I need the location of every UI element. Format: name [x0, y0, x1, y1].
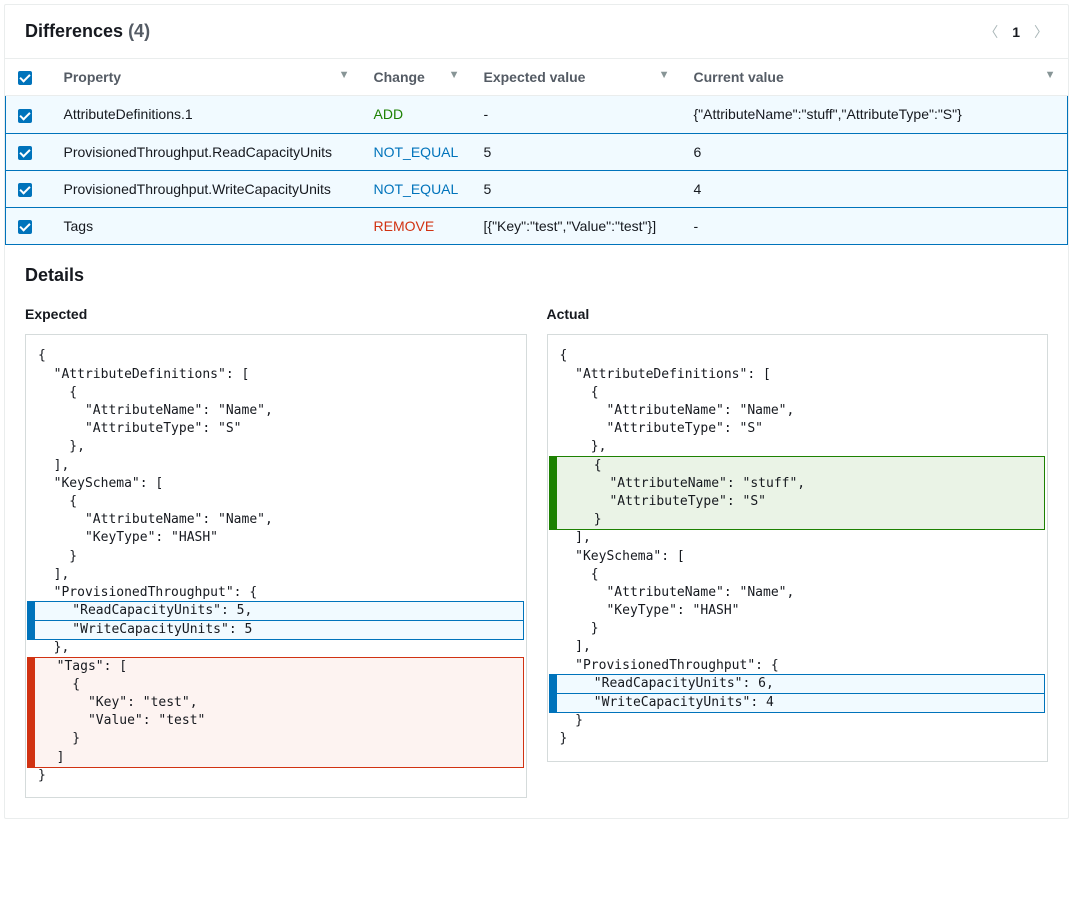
- next-page-icon[interactable]: 〉: [1034, 22, 1048, 42]
- expected-column: Expected { "AttributeDefinitions": [ { "…: [25, 306, 527, 798]
- code-line: "ProvisionedThroughput": {: [548, 657, 1048, 675]
- actual-column: Actual { "AttributeDefinitions": [ { "At…: [547, 306, 1049, 798]
- code-line: ],: [548, 529, 1048, 547]
- code-line: "ProvisionedThroughput": {: [26, 584, 526, 602]
- col-expected[interactable]: Expected value ▼: [472, 59, 682, 96]
- code-line: "AttributeName": "Name",: [548, 584, 1048, 602]
- cell-change: NOT_EQUAL: [362, 133, 472, 170]
- cell-current: 6: [682, 133, 1068, 170]
- code-line: },: [548, 438, 1048, 456]
- table-row[interactable]: ProvisionedThroughput.WriteCapacityUnits…: [6, 170, 1068, 207]
- code-line: "AttributeType": "S": [26, 420, 526, 438]
- cell-expected: 5: [472, 133, 682, 170]
- cell-property: Tags: [52, 208, 362, 245]
- table-row[interactable]: AttributeDefinitions.1ADD-{"AttributeNam…: [6, 96, 1068, 133]
- select-all-checkbox[interactable]: [18, 71, 32, 85]
- cell-current: -: [682, 208, 1068, 245]
- col-expected-label: Expected value: [484, 69, 586, 85]
- title-count: (4): [128, 21, 150, 41]
- code-line: {: [26, 384, 526, 402]
- code-line: },: [26, 438, 526, 456]
- highlighted-block: "WriteCapacityUnits": 4: [550, 693, 1046, 713]
- details-title: Details: [25, 265, 1048, 286]
- details-section: Details Expected { "AttributeDefinitions…: [5, 245, 1068, 818]
- row-checkbox[interactable]: [18, 220, 32, 234]
- cell-expected: [{"Key":"test","Value":"test"}]: [472, 208, 682, 245]
- code-line: "KeySchema": [: [548, 548, 1048, 566]
- highlighted-block: "ReadCapacityUnits": 5,: [28, 601, 524, 621]
- code-line: ],: [548, 638, 1048, 656]
- code-line: "AttributeDefinitions": [: [548, 366, 1048, 384]
- cell-property: AttributeDefinitions.1: [52, 96, 362, 133]
- cell-current: {"AttributeName":"stuff","AttributeType"…: [682, 96, 1068, 133]
- cell-change: REMOVE: [362, 208, 472, 245]
- code-line: "KeySchema": [: [26, 475, 526, 493]
- row-checkbox[interactable]: [18, 146, 32, 160]
- cell-property: ProvisionedThroughput.WriteCapacityUnits: [52, 170, 362, 207]
- row-checkbox[interactable]: [18, 109, 32, 123]
- cell-current: 4: [682, 170, 1068, 207]
- cell-property: ProvisionedThroughput.ReadCapacityUnits: [52, 133, 362, 170]
- differences-panel: Differences (4) 〈 1 〉 Property ▼ Change ▼ …: [4, 4, 1069, 819]
- panel-header: Differences (4) 〈 1 〉: [5, 5, 1068, 59]
- col-change-label: Change: [374, 69, 425, 85]
- col-change[interactable]: Change ▼: [362, 59, 472, 96]
- code-line: },: [26, 639, 526, 657]
- code-line: ],: [26, 566, 526, 584]
- code-line: }: [548, 730, 1048, 748]
- panel-title: Differences (4): [25, 21, 150, 42]
- code-line: {: [26, 347, 526, 365]
- sort-icon: ▼: [339, 69, 350, 81]
- page-number: 1: [1012, 24, 1020, 40]
- code-line: {: [548, 384, 1048, 402]
- table-body: AttributeDefinitions.1ADD-{"AttributeNam…: [6, 96, 1068, 245]
- actual-label: Actual: [547, 306, 1049, 322]
- highlighted-block: "ReadCapacityUnits": 6,: [550, 674, 1046, 694]
- expected-codebox: { "AttributeDefinitions": [ { "Attribute…: [25, 334, 527, 798]
- code-line: }: [548, 712, 1048, 730]
- sort-icon: ▼: [449, 69, 460, 81]
- code-line: {: [26, 493, 526, 511]
- col-property-label: Property: [64, 69, 122, 85]
- actual-codebox: { "AttributeDefinitions": [ { "Attribute…: [547, 334, 1049, 761]
- details-columns: Expected { "AttributeDefinitions": [ { "…: [25, 306, 1048, 798]
- code-line: "AttributeName": "Name",: [26, 402, 526, 420]
- expected-label: Expected: [25, 306, 527, 322]
- cell-expected: -: [472, 96, 682, 133]
- cell-change: NOT_EQUAL: [362, 170, 472, 207]
- code-line: }: [548, 620, 1048, 638]
- prev-page-icon[interactable]: 〈: [984, 22, 998, 42]
- col-current[interactable]: Current value ▼: [682, 59, 1068, 96]
- code-line: }: [26, 548, 526, 566]
- col-property[interactable]: Property ▼: [52, 59, 362, 96]
- code-line: {: [548, 566, 1048, 584]
- table-header-row: Property ▼ Change ▼ Expected value ▼ Curren…: [6, 59, 1068, 96]
- code-line: ],: [26, 457, 526, 475]
- code-line: "AttributeName": "Name",: [26, 511, 526, 529]
- cell-expected: 5: [472, 170, 682, 207]
- sort-icon: ▼: [1045, 69, 1056, 81]
- table-row[interactable]: TagsREMOVE[{"Key":"test","Value":"test"}…: [6, 208, 1068, 245]
- code-line: "AttributeName": "Name",: [548, 402, 1048, 420]
- title-text: Differences: [25, 21, 123, 41]
- row-checkbox[interactable]: [18, 183, 32, 197]
- code-line: "AttributeDefinitions": [: [26, 366, 526, 384]
- highlighted-block: "Tags": [ { "Key": "test", "Value": "tes…: [28, 657, 524, 768]
- highlighted-block: { "AttributeName": "stuff", "AttributeTy…: [550, 456, 1046, 531]
- pager: 〈 1 〉: [984, 22, 1048, 42]
- code-line: "AttributeType": "S": [548, 420, 1048, 438]
- code-line: {: [548, 347, 1048, 365]
- code-line: "KeyType": "HASH": [26, 529, 526, 547]
- cell-change: ADD: [362, 96, 472, 133]
- highlighted-block: "WriteCapacityUnits": 5: [28, 620, 524, 640]
- select-all-header[interactable]: [6, 59, 52, 96]
- table-row[interactable]: ProvisionedThroughput.ReadCapacityUnitsN…: [6, 133, 1068, 170]
- differences-table: Property ▼ Change ▼ Expected value ▼ Curren…: [5, 59, 1068, 245]
- col-current-label: Current value: [694, 69, 784, 85]
- sort-icon: ▼: [659, 69, 670, 81]
- code-line: }: [26, 767, 526, 785]
- code-line: "KeyType": "HASH": [548, 602, 1048, 620]
